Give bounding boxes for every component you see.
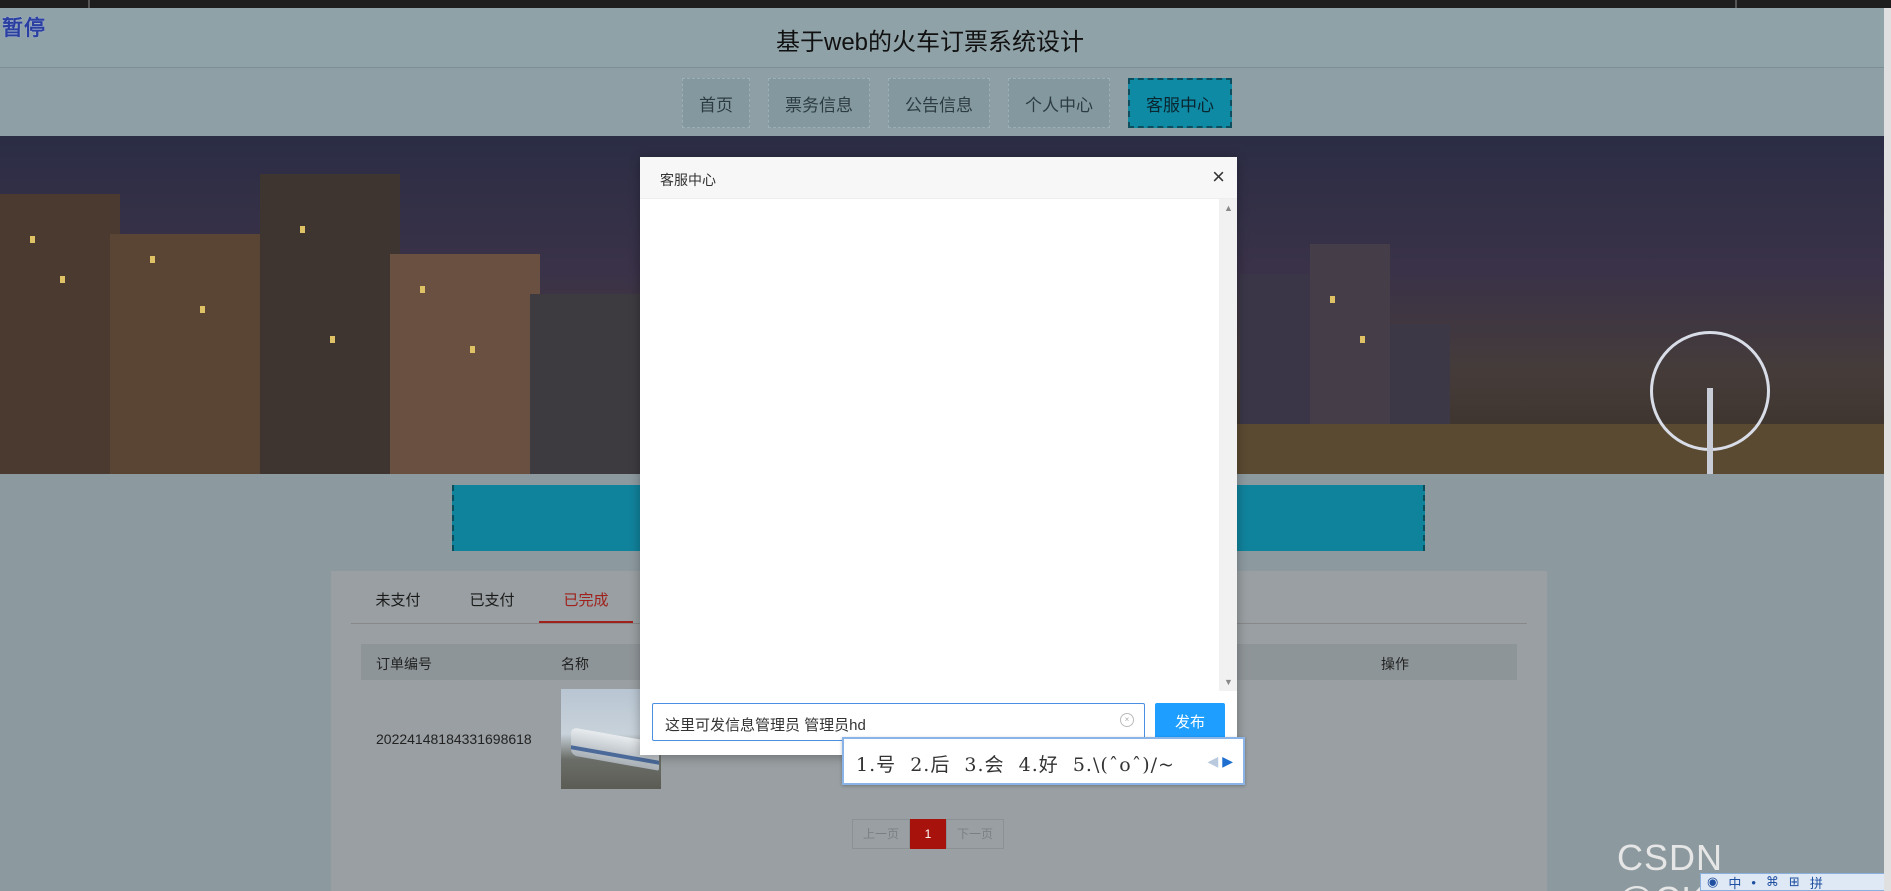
dialog-header: 客服中心 × <box>640 157 1237 199</box>
col-name: 名称 <box>561 656 589 672</box>
scroll-down-icon[interactable]: ▼ <box>1224 677 1233 687</box>
site-header: 基于web的火车订票系统设计 <box>0 8 1884 68</box>
message-input[interactable]: 这里可发信息管理员 管理员hd <box>652 703 1145 741</box>
chat-messages-area[interactable]: ▲ ▼ <box>640 199 1237 691</box>
ime-candidates[interactable]: 1.号 2.后 3.会 4.好 5.\(ˆoˆ)/~ <box>856 750 1175 777</box>
nav-announcements[interactable]: 公告信息 <box>888 78 990 128</box>
scroll-up-icon[interactable]: ▲ <box>1224 203 1233 213</box>
building <box>110 234 270 474</box>
page-1-button[interactable]: 1 <box>910 819 947 849</box>
next-page-button[interactable]: 下一页 <box>946 819 1005 849</box>
dialog-title: 客服中心 <box>660 172 716 188</box>
prev-page-button[interactable]: 上一页 <box>852 819 911 849</box>
nav-tickets[interactable]: 票务信息 <box>768 78 870 128</box>
lit-window <box>420 286 425 293</box>
lit-window <box>60 276 65 283</box>
waterfront <box>1230 424 1884 474</box>
strip-divider <box>1735 0 1737 8</box>
col-action: 操作 <box>1381 656 1409 672</box>
ime-candidate-popup: 1.号 2.后 3.会 4.好 5.\(ˆoˆ)/~ ◀ ▶ <box>842 737 1245 785</box>
lit-window <box>200 306 205 313</box>
ferris-wheel-support <box>1707 388 1713 474</box>
page-title: 基于web的火车订票系统设计 <box>775 29 1085 56</box>
close-icon[interactable]: × <box>1212 166 1225 188</box>
paused-indicator: 暂停 <box>2 17 46 40</box>
building <box>530 294 650 474</box>
lit-window <box>30 236 35 243</box>
nav-bar: 首页 票务信息 公告信息 个人中心 客服中心 <box>0 68 1884 136</box>
pagination: 上一页 1 下一页 <box>852 819 1005 849</box>
ime-mode-icon[interactable]: 中 <box>1728 873 1741 891</box>
lit-window <box>300 226 305 233</box>
lit-window <box>330 336 335 343</box>
main-nav: 首页 票务信息 公告信息 个人中心 客服中心 <box>682 78 1232 128</box>
lit-window <box>150 256 155 263</box>
ime-settings-icon[interactable]: 拼 <box>1810 873 1823 891</box>
publish-button[interactable]: 发布 <box>1155 703 1225 741</box>
ime-logo-icon[interactable]: ◉ <box>1707 874 1718 890</box>
lit-window <box>1330 296 1335 303</box>
nav-customer-service[interactable]: 客服中心 <box>1128 78 1232 128</box>
building <box>260 174 400 474</box>
tab-unpaid[interactable]: 未支付 <box>351 571 445 623</box>
nav-home[interactable]: 首页 <box>682 78 750 128</box>
chat-scrollbar[interactable]: ▲ ▼ <box>1219 199 1237 691</box>
ime-prev-icon[interactable]: ◀ <box>1208 753 1219 769</box>
building <box>390 254 540 474</box>
ime-toolbar: ◉ 中 • ⌘ ⊞ 拼 <box>1700 873 1891 891</box>
col-order-no: 订单编号 <box>376 656 432 672</box>
nav-personal-center[interactable]: 个人中心 <box>1008 78 1110 128</box>
ime-next-icon[interactable]: ▶ <box>1222 753 1233 769</box>
building <box>0 194 120 474</box>
window-top-strip <box>0 0 1891 8</box>
ime-keyboard-icon[interactable]: ⊞ <box>1789 874 1800 890</box>
order-number-cell: 20224148184331698618 <box>376 731 532 747</box>
strip-divider <box>88 0 90 8</box>
tab-completed[interactable]: 已完成 <box>539 571 633 623</box>
ime-page-nav[interactable]: ◀ ▶ <box>1208 753 1233 770</box>
lit-window <box>1360 336 1365 343</box>
tab-paid[interactable]: 已支付 <box>445 571 539 623</box>
ime-punct-icon[interactable]: • <box>1751 875 1756 890</box>
customer-service-dialog: 客服中心 × ▲ ▼ 这里可发信息管理员 管理员hd × 发布 <box>640 157 1237 755</box>
clear-input-icon[interactable]: × <box>1120 713 1134 727</box>
ime-emoji-icon[interactable]: ⌘ <box>1766 874 1779 890</box>
window-right-edge <box>1884 8 1891 891</box>
lit-window <box>470 346 475 353</box>
